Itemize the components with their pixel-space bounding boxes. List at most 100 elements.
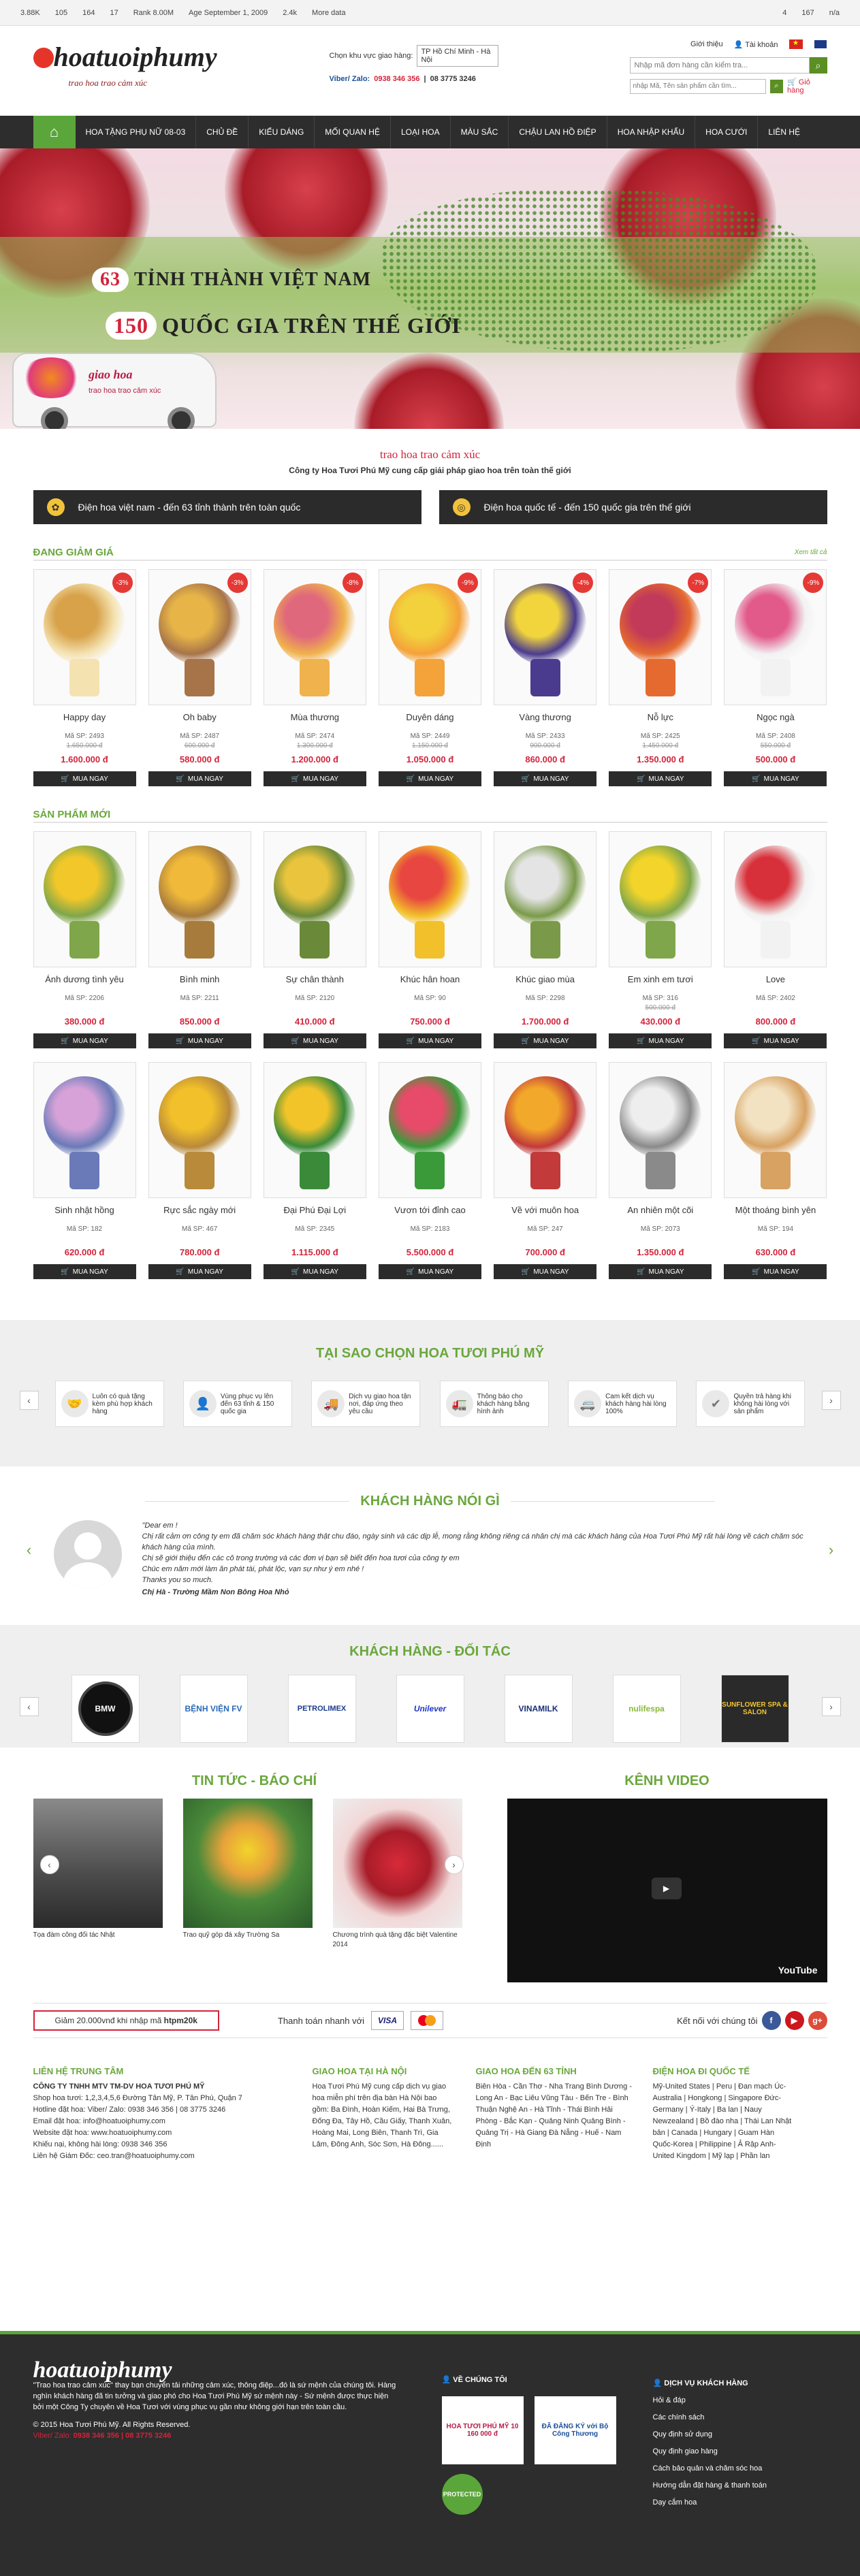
play-icon[interactable]: ▶ [651,1878,682,1899]
nav-item[interactable]: CHẬU LAN HỒ ĐIỆP [509,116,607,148]
buy-now-button[interactable]: 🛒 MUA NGAY [378,771,481,786]
product-image[interactable] [148,1062,251,1198]
product-name[interactable]: Duyên dáng [379,712,481,724]
region-select[interactable]: TP Hồ Chí Minh - Hà Nội [417,45,499,67]
nav-item[interactable]: CHỦ ĐỀ [196,116,249,148]
seo-more-button[interactable]: More data [312,9,346,17]
footer-link[interactable]: Cách bảo quản và chăm sóc hoa [653,2460,823,2477]
product-name[interactable]: Ánh dương tình yêu [33,974,136,986]
nav-item[interactable]: KIỂU DÁNG [249,116,315,148]
product-card[interactable]: Về với muôn hoa Mã SP: 247 700.000 đ 🛒 MUA N… [494,1062,597,1279]
product-image[interactable] [148,831,251,967]
product-card[interactable]: Khúc hân hoan Mã SP: 90 750.000 đ 🛒 MUA NGAY [378,831,481,1048]
product-name[interactable]: Oh baby [148,712,251,724]
registered-badge[interactable]: ĐÃ ĐĂNG KÝ với Bộ Công Thương [534,2396,616,2464]
home-icon[interactable]: ⌂ [33,116,76,148]
product-card[interactable]: -9% Duyên dáng Mã SP: 2449 1.150.000 đ 1.050… [378,569,481,786]
footer-link[interactable]: Hướng dẫn đặt hàng & thanh toán [653,2477,823,2494]
partner-logo-unilever[interactable]: Unilever [396,1675,464,1743]
buy-now-button[interactable]: 🛒 MUA NGAY [33,771,136,786]
footer-link[interactable]: Quy định sử dụng [653,2426,823,2443]
partner-logo-vinamilk[interactable]: VINAMILK [504,1675,573,1743]
buy-now-button[interactable]: 🛒 MUA NGAY [494,1264,597,1279]
chevron-left-icon[interactable]: ‹ [19,1391,39,1410]
buy-now-button[interactable]: 🛒 MUA NGAY [263,1264,366,1279]
product-card[interactable]: Bình minh Mã SP: 2211 850.000 đ 🛒 MUA NGAY [148,831,251,1048]
product-name[interactable]: Rực sắc ngày mới [148,1205,251,1217]
search-icon[interactable]: ⌕ [769,79,784,93]
product-name[interactable]: An nhiên một cõi [609,1205,712,1217]
product-name[interactable]: Em xinh em tươi [609,974,712,986]
product-image[interactable] [609,831,712,967]
product-image[interactable] [609,1062,712,1198]
product-name[interactable]: Nỗ lực [609,712,712,724]
product-image[interactable] [724,1062,827,1198]
product-image[interactable] [263,1062,366,1198]
nav-item[interactable]: LOẠI HOA [391,116,451,148]
search-icon[interactable]: ⌕ [809,57,827,74]
product-card[interactable]: Sự chân thành Mã SP: 2120 410.000 đ 🛒 MUA NG… [263,831,366,1048]
nav-item[interactable]: LIÊN HỆ [758,116,810,148]
youtube-icon[interactable]: ▶ [784,2011,804,2030]
site-logo[interactable]: hoatuoiphumy trao hoa trao cảm xúc [33,41,224,102]
product-card[interactable]: -4% Vàng thương Mã SP: 2433 900.000 đ 860.00… [494,569,597,786]
buy-now-button[interactable]: 🛒 MUA NGAY [494,1033,597,1048]
product-name[interactable]: Về với muôn hoa [494,1205,596,1217]
dmca-protected-badge[interactable]: PROTECTED [441,2474,483,2515]
flag-vn-icon[interactable]: ★ [789,39,803,49]
product-name[interactable]: Ngọc ngà [724,712,827,724]
view-all-link[interactable]: Xem tất cả [795,549,827,556]
chevron-left-icon[interactable]: ‹ [39,1855,59,1874]
product-card[interactable]: Vươn tới đỉnh cao Mã SP: 2183 5.500.000 đ 🛒… [378,1062,481,1279]
nav-item[interactable]: HOA CƯỚI [695,116,759,148]
cart-link[interactable]: 🛒 Giỏ hàng [787,78,827,95]
news-item[interactable]: Trao quỹ góp đá xây Trường Sa [182,1799,313,1950]
news-item[interactable]: Chương trình quà tặng đặc biệt Valentine… [332,1799,462,1950]
product-image[interactable] [494,1062,597,1198]
nav-item[interactable]: MÀU SẮC [451,116,509,148]
footer-link[interactable]: Hỏi & đáp [653,2392,823,2409]
buy-now-button[interactable]: 🛒 MUA NGAY [494,771,597,786]
nav-item[interactable]: HOA TẶNG PHỤ NỮ 08-03 [76,116,197,148]
product-image[interactable]: -7% [609,569,712,705]
product-card[interactable]: Rực sắc ngày mới Mã SP: 467 780.000 đ 🛒 MUA … [148,1062,251,1279]
hotline-number-1[interactable]: 0938 346 356 [374,75,419,83]
buy-now-button[interactable]: 🛒 MUA NGAY [724,1264,827,1279]
product-image[interactable] [33,831,136,967]
footer-link[interactable]: Các chính sách [653,2409,823,2426]
product-name[interactable]: Đại Phú Đại Lợi [264,1205,366,1217]
google-plus-icon[interactable]: g+ [808,2011,827,2030]
product-search-input[interactable] [629,78,766,94]
buy-now-button[interactable]: 🛒 MUA NGAY [148,1264,251,1279]
product-image[interactable]: -8% [263,569,366,705]
product-name[interactable]: Bình minh [148,974,251,986]
product-image[interactable]: -4% [494,569,597,705]
product-name[interactable]: Mùa thương [264,712,366,724]
product-image[interactable] [33,1062,136,1198]
product-card[interactable]: Đại Phú Đại Lợi Mã SP: 2345 1.115.000 đ 🛒 MU… [263,1062,366,1279]
buy-now-button[interactable]: 🛒 MUA NGAY [724,771,827,786]
product-card[interactable]: -3% Oh baby Mã SP: 2487 600.000 đ 580.000 đ 🛒… [148,569,251,786]
partner-logo-sunflower[interactable]: SUNFLOWER SPA & SALON [720,1675,789,1743]
partner-logo-fv[interactable]: BỆNH VIỆN FV [179,1675,248,1743]
product-card[interactable]: -7% Nỗ lực Mã SP: 2425 1.450.000 đ 1.350.000… [609,569,712,786]
international-flower-box[interactable]: ◎ Điện hoa quốc tế - đến 150 quốc gia trê… [439,490,827,524]
product-card[interactable]: Love Mã SP: 2402 800.000 đ 🛒 MUA NGAY [724,831,827,1048]
product-image[interactable] [494,831,597,967]
product-image[interactable] [378,1062,481,1198]
buy-now-button[interactable]: 🛒 MUA NGAY [378,1264,481,1279]
product-image[interactable] [724,831,827,967]
product-image[interactable]: -9% [724,569,827,705]
chevron-right-icon[interactable]: › [821,1391,841,1410]
nav-item[interactable]: HOA NHẬP KHẨU [607,116,696,148]
chevron-left-icon[interactable]: ‹ [19,1697,39,1716]
chevron-left-icon[interactable]: ‹ [20,1541,39,1560]
product-image[interactable]: -9% [378,569,481,705]
product-name[interactable]: Sự chân thành [264,974,366,986]
product-card[interactable]: Khúc giao mùa Mã SP: 2298 1.700.000 đ 🛒 MUA … [494,831,597,1048]
buy-now-button[interactable]: 🛒 MUA NGAY [263,1033,366,1048]
buy-now-button[interactable]: 🛒 MUA NGAY [148,1033,251,1048]
product-name[interactable]: Một thoáng bình yên [724,1205,827,1217]
chevron-right-icon[interactable]: › [821,1697,841,1716]
product-name[interactable]: Vàng thương [494,712,596,724]
